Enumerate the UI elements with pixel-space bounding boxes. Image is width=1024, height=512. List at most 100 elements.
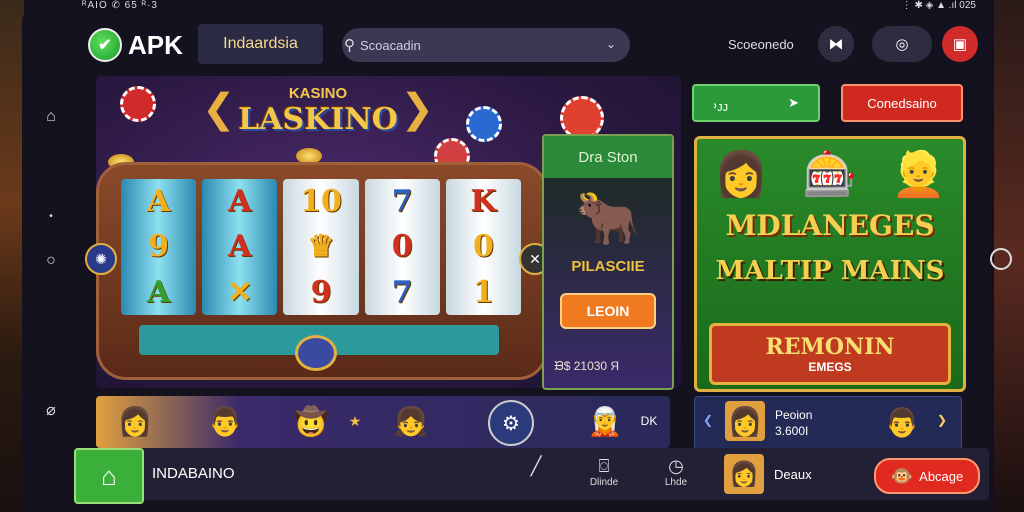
player-name: Peoion	[775, 408, 813, 422]
reel-symbol: 9	[148, 229, 170, 265]
reel-1: A 9 A	[121, 179, 197, 315]
status-right-icons: ⋮ ✱ ◈ ▲ .ıl 025	[901, 0, 976, 11]
reel-2: A A ✕	[202, 179, 278, 315]
player-entry[interactable]: ❮ 👩 Peoion 3.600I 👨 ❯	[694, 396, 962, 450]
game-title: LASKINO	[238, 102, 398, 137]
reel-symbol: A	[228, 229, 252, 265]
character-icon: 👩	[713, 150, 769, 199]
avatar-strip: 👩 👨 🤠 ★ 👧 ⚙ 🧝 DK	[96, 396, 670, 448]
poker-chip-icon	[120, 86, 156, 122]
snowflake-icon[interactable]: ✺	[85, 243, 117, 275]
player-score: 3.600I	[775, 424, 809, 438]
home-icon: ⌂	[101, 460, 117, 491]
user-avatar[interactable]: 👩	[724, 454, 764, 494]
reel-symbol: 7	[391, 274, 413, 310]
feature-bottom-banner: REMONIN EMEGS	[709, 323, 951, 385]
reel-symbol: 0	[391, 229, 413, 265]
rotate-icon[interactable]: ⌀	[42, 402, 60, 420]
clock-tool[interactable]: ◷ Lhde	[656, 456, 696, 488]
background-left-edge	[0, 0, 24, 512]
home-outline-icon[interactable]: ⌂	[42, 108, 60, 126]
character-icon: 🐵	[890, 465, 914, 486]
camera-tool[interactable]: ⌼ Dlinde	[584, 456, 624, 488]
bookmark-button[interactable]: ⧓	[818, 26, 854, 62]
camera-icon: ⌼	[598, 456, 610, 476]
reel-symbol: 1	[472, 274, 494, 310]
badge-icon[interactable]: ⚙	[488, 400, 534, 446]
star-icon: ★	[348, 412, 362, 429]
gift-icon: ▣	[952, 36, 968, 53]
bottom-bar-label: INDABAINO	[152, 465, 235, 482]
poker-chip-icon	[466, 106, 502, 142]
gift-button[interactable]: ▣	[942, 26, 978, 62]
reel-symbol: 10	[300, 184, 342, 220]
character-icon: 🎰	[802, 150, 858, 199]
promo-login-button[interactable]: LEOIN	[560, 293, 656, 329]
account-label[interactable]: Scoeonedo	[728, 37, 794, 52]
feature-banner[interactable]: 👩 🎰 👱 MDLANEGES MALTIP MAINS REMONIN EME…	[694, 136, 966, 392]
avatar: 👩	[725, 401, 765, 441]
promo-tag: PILASCIIE	[571, 258, 645, 275]
circle-nav-icon[interactable]: ○	[42, 252, 60, 270]
feature-banner-sub: EMEGS	[808, 360, 852, 374]
top-bar: ✔ APK Indaardsia ⚲ Scoacadin ⌄ Scoeonedo…	[80, 24, 985, 68]
user-name[interactable]: Deaux	[774, 467, 812, 482]
chevron-down-icon[interactable]: ⌄	[606, 37, 616, 51]
avatar[interactable]: 👨	[204, 400, 246, 442]
promo-header: Dra Ston	[544, 136, 672, 178]
reel-symbol: A	[146, 274, 171, 310]
side-nav: ⌂ • ○ ⌀	[30, 90, 70, 430]
reel-5: K 0 1	[445, 179, 522, 315]
arrow-right-icon: ➤	[788, 95, 799, 110]
feature-characters: 👩 🎰 👱	[697, 139, 963, 209]
reel-symbol: 0	[472, 229, 494, 265]
spin-knob[interactable]	[295, 335, 337, 371]
bottom-bar: ⌂ INDABAINO ╱ ⌼ Dlinde ◷ Lhde 👩 Deaux 🐵 …	[74, 448, 989, 504]
status-left-text: ᴿAIO ✆ 65 ᴿ·3	[82, 0, 158, 11]
promo-card[interactable]: Dra Ston 🐂 PILASCIIE LEOIN ᙖ$ 21030 Я	[542, 134, 674, 390]
avatar: 👨	[884, 406, 920, 438]
chevron-left-icon[interactable]: ❮	[703, 413, 713, 427]
reel-symbol: 9	[310, 274, 332, 310]
feature-subtitle: MALTIP MAINS	[715, 256, 945, 286]
compass-icon: ◎	[895, 36, 909, 53]
logo-badge-icon: ✔	[88, 28, 122, 62]
search-bar[interactable]: ⚲ Scoacadin ⌄	[342, 28, 630, 62]
reel-symbol: K	[470, 184, 497, 220]
status-bar: ᴿAIO ✆ 65 ᴿ·3 ⋮ ✱ ◈ ▲ .ıl 025	[0, 0, 1024, 14]
compass-button[interactable]: ◎	[872, 26, 932, 62]
red-pill-button[interactable]: Conedsaino	[841, 84, 963, 122]
dot-icon[interactable]: •	[42, 208, 60, 226]
logo-text: APK	[128, 29, 183, 60]
pencil-tool[interactable]: ╱	[516, 456, 556, 477]
avatar[interactable]: 🧝	[584, 400, 626, 442]
right-circle-button[interactable]	[990, 248, 1012, 270]
reel-symbol: ♛	[307, 229, 335, 265]
wing-left-icon: ❮	[202, 87, 236, 131]
bull-icon: 🐂	[575, 189, 641, 248]
avatar[interactable]: 👧	[390, 400, 432, 442]
game-title-top: KASINO	[288, 85, 348, 102]
search-input[interactable]: Scoacadin	[360, 38, 421, 53]
tool-label: Dlinde	[589, 477, 619, 488]
slot-machine[interactable]: A 9 A A A ✕ 10 ♛ 9 7 0 7 K 0 1 ✺ ✕	[85, 162, 551, 380]
chevron-right-icon[interactable]: ❯	[937, 413, 947, 427]
clock-icon: ◷	[668, 456, 684, 476]
search-icon: ⚲	[344, 37, 355, 54]
reel-symbol: 7	[391, 184, 413, 220]
reel-symbol: ✕	[227, 274, 253, 310]
cta-button[interactable]: 🐵 Abcage	[874, 458, 980, 494]
category-button[interactable]: Indaardsia	[198, 24, 323, 64]
character-icon: 👱	[891, 150, 947, 199]
app-logo[interactable]: ✔ APK	[88, 28, 183, 62]
home-button[interactable]: ⌂	[74, 448, 144, 504]
feature-title: MDLANEGES	[725, 209, 935, 242]
green-pill-label: ᠈ᴊᴊ	[713, 98, 729, 114]
avatar[interactable]: 🤠	[290, 400, 332, 442]
green-pill-button[interactable]: ᠈ᴊᴊ ➤	[692, 84, 820, 122]
strip-tail-label: DK	[640, 414, 658, 428]
avatar[interactable]: 👩	[114, 400, 156, 442]
pencil-icon: ╱	[530, 456, 542, 476]
tool-label: Lhde	[664, 477, 688, 488]
game-title-banner: ❮ KASINO LASKINO ❯	[202, 80, 434, 142]
